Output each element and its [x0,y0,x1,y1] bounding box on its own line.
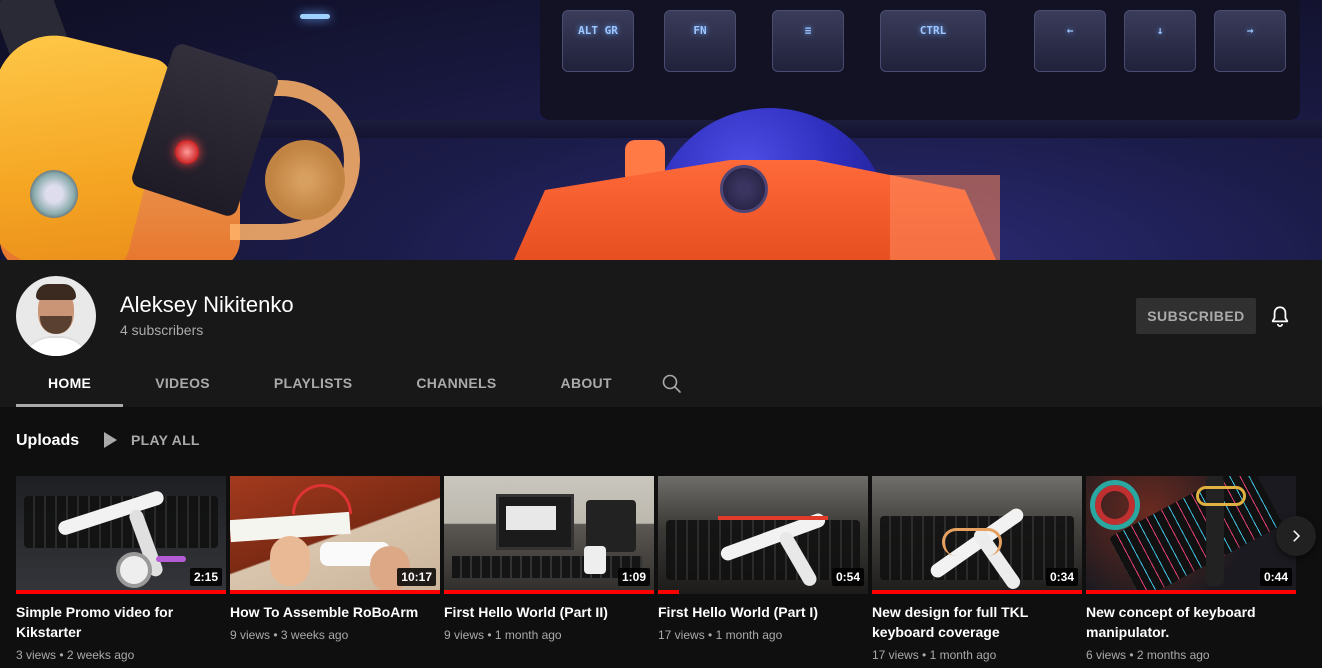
banner-key-altgr: ALT GR [562,10,634,72]
thumb-cable [942,528,1002,556]
uploads-title[interactable]: Uploads [16,432,79,450]
thumb-speaker [586,500,636,552]
video-age: 1 month ago [929,648,997,662]
tab-playlists[interactable]: PLAYLISTS [242,362,384,407]
search-icon[interactable] [660,372,684,396]
video-card[interactable]: 10:17 How To Assemble RoBoArm 9 views • … [230,476,440,642]
video-views: 17 views [872,648,919,662]
notification-bell-icon[interactable] [1267,304,1293,330]
avatar-beard [40,316,72,334]
shelf-next-button[interactable] [1276,516,1316,556]
thumb-cable [1196,486,1246,506]
video-duration: 0:44 [1259,568,1292,586]
video-title[interactable]: New design for full TKL keyboard coverag… [872,602,1082,642]
watched-progress-bar [444,590,654,594]
video-title[interactable]: How To Assemble RoBoArm [230,602,440,622]
video-duration: 10:17 [397,568,436,586]
thumb-screen [506,506,556,530]
tab-home[interactable]: HOME [16,362,124,407]
video-title[interactable]: First Hello World (Part II) [444,602,654,622]
watched-progress-bar [230,590,440,594]
video-meta: 9 views • 3 weeks ago [230,628,349,642]
video-views: 17 views [658,628,705,642]
video-age: 1 month ago [715,628,783,642]
video-thumbnail[interactable]: 0:34 [872,476,1082,594]
watched-progress-bar [16,590,226,594]
banner-ring [30,170,78,218]
channel-avatar[interactable] [16,276,96,356]
channel-name: Aleksey Nikitenko [120,292,294,317]
thumb-keyboard [666,520,860,580]
video-meta: 9 views • 1 month ago [444,628,562,642]
video-views: 6 views [1086,648,1127,662]
play-all-label: PLAY ALL [131,432,200,448]
video-age: 2 months ago [1136,648,1210,662]
subscriber-count: 4 subscribers [120,322,204,338]
video-meta: 17 views • 1 month ago [658,628,783,642]
video-age: 1 month ago [494,628,562,642]
video-age: 3 weeks ago [280,628,349,642]
banner-bolt [720,165,768,213]
thumb-spool [1090,480,1140,530]
video-duration: 0:54 [831,568,864,586]
video-duration: 2:15 [189,568,222,586]
banner-disc [265,140,345,220]
video-card[interactable]: 0:34 New design for full TKL keyboard co… [872,476,1082,662]
thumb-wire [292,484,352,514]
video-card[interactable]: 0:44 New concept of keyboard manipulator… [1086,476,1296,662]
thumb-hand-left [270,536,310,586]
video-card[interactable]: 2:15 Simple Promo video for Kikstarter 3… [16,476,226,662]
video-duration: 1:09 [617,568,650,586]
watched-progress-bar [872,590,1082,594]
video-thumbnail[interactable]: 0:44 [1086,476,1296,594]
video-title[interactable]: First Hello World (Part I) [658,602,868,622]
banner-servo-led [175,140,199,164]
subscribed-button[interactable]: SUBSCRIBED [1136,298,1256,334]
avatar-hair [36,284,76,300]
avatar-shirt [22,336,90,356]
video-title[interactable]: New concept of keyboard manipulator. [1086,602,1296,642]
banner-key-left: ← [1034,10,1106,72]
banner-key-down: ↓ [1124,10,1196,72]
video-thumbnail[interactable]: 2:15 [16,476,226,594]
thumb-base [116,552,152,588]
thumb-cable [718,516,828,520]
video-thumbnail[interactable]: 1:09 [444,476,654,594]
thumb-keyboard [452,556,642,578]
video-meta: 3 views • 2 weeks ago [16,648,135,662]
video-views: 3 views [16,648,57,662]
chevron-right-icon [1293,530,1301,542]
video-card[interactable]: 0:54 First Hello World (Part I) 17 views… [658,476,868,642]
tab-videos[interactable]: VIDEOS [123,362,242,407]
tab-about[interactable]: ABOUT [529,362,644,407]
video-views: 9 views [444,628,485,642]
video-meta: 17 views • 1 month ago [872,648,997,662]
tab-channels[interactable]: CHANNELS [384,362,528,407]
banner-key-ctrl: CTRL [880,10,986,72]
video-age: 2 weeks ago [66,648,135,662]
banner-glow-strip [300,14,330,19]
play-all-button[interactable]: PLAY ALL [100,432,200,448]
video-title[interactable]: Simple Promo video for Kikstarter [16,602,226,642]
video-card[interactable]: 1:09 First Hello World (Part II) 9 views… [444,476,654,642]
thumb-cable [156,556,186,562]
video-meta: 6 views • 2 months ago [1086,648,1210,662]
video-thumbnail[interactable]: 0:54 [658,476,868,594]
play-icon [104,432,117,448]
channel-tabs: HOME VIDEOS PLAYLISTS CHANNELS ABOUT [16,362,644,407]
channel-banner: ALT GR FN ≡ CTRL ← ↓ → [0,0,1322,260]
video-duration: 0:34 [1045,568,1078,586]
thumb-arm [584,546,606,574]
video-views: 9 views [230,628,271,642]
watched-progress-bar [1086,590,1296,594]
banner-key-right: → [1214,10,1286,72]
video-thumbnail[interactable]: 10:17 [230,476,440,594]
banner-key-menu: ≡ [772,10,844,72]
banner-key-fn: FN [664,10,736,72]
banner-orange-side [890,175,1000,260]
watched-progress-bar [658,590,679,594]
